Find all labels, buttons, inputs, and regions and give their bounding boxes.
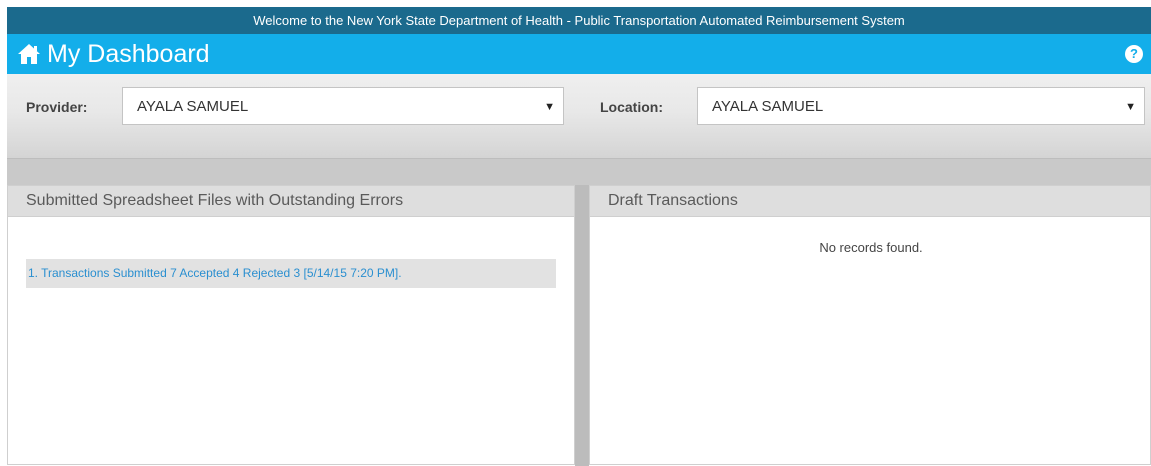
outstanding-errors-heading: Submitted Spreadsheet Files with Outstan… [8, 186, 574, 217]
error-file-link[interactable]: 1. Transactions Submitted 7 Accepted 4 R… [26, 259, 556, 288]
chevron-down-icon: ▼ [1125, 101, 1136, 113]
help-icon-glyph: ? [1130, 46, 1138, 61]
dashboard-page: Welcome to the New York State Department… [7, 7, 1151, 466]
location-select[interactable]: AYALA SAMUEL ▼ [697, 87, 1145, 125]
help-icon[interactable]: ? [1125, 45, 1143, 63]
welcome-banner: Welcome to the New York State Department… [7, 7, 1151, 34]
location-select-value: AYALA SAMUEL [712, 98, 824, 115]
home-icon[interactable] [17, 43, 41, 65]
dashboard-header: My Dashboard ? [7, 34, 1151, 74]
filter-bar: Provider: AYALA SAMUEL ▼ Location: AYALA… [7, 74, 1151, 159]
draft-transactions-heading: Draft Transactions [590, 186, 1150, 217]
welcome-text: Welcome to the New York State Department… [253, 13, 905, 28]
provider-select[interactable]: AYALA SAMUEL ▼ [122, 87, 564, 125]
provider-label: Provider: [26, 99, 88, 115]
outstanding-errors-panel: Submitted Spreadsheet Files with Outstan… [7, 185, 575, 465]
chevron-down-icon: ▼ [544, 101, 555, 113]
provider-select-value: AYALA SAMUEL [137, 98, 249, 115]
section-divider-strip [7, 159, 1151, 185]
draft-transactions-panel: Draft Transactions No records found. [589, 185, 1151, 465]
panel-splitter[interactable] [575, 185, 589, 466]
location-label: Location: [600, 99, 663, 115]
page-title: My Dashboard [47, 40, 210, 68]
empty-state-message: No records found. [819, 240, 923, 255]
